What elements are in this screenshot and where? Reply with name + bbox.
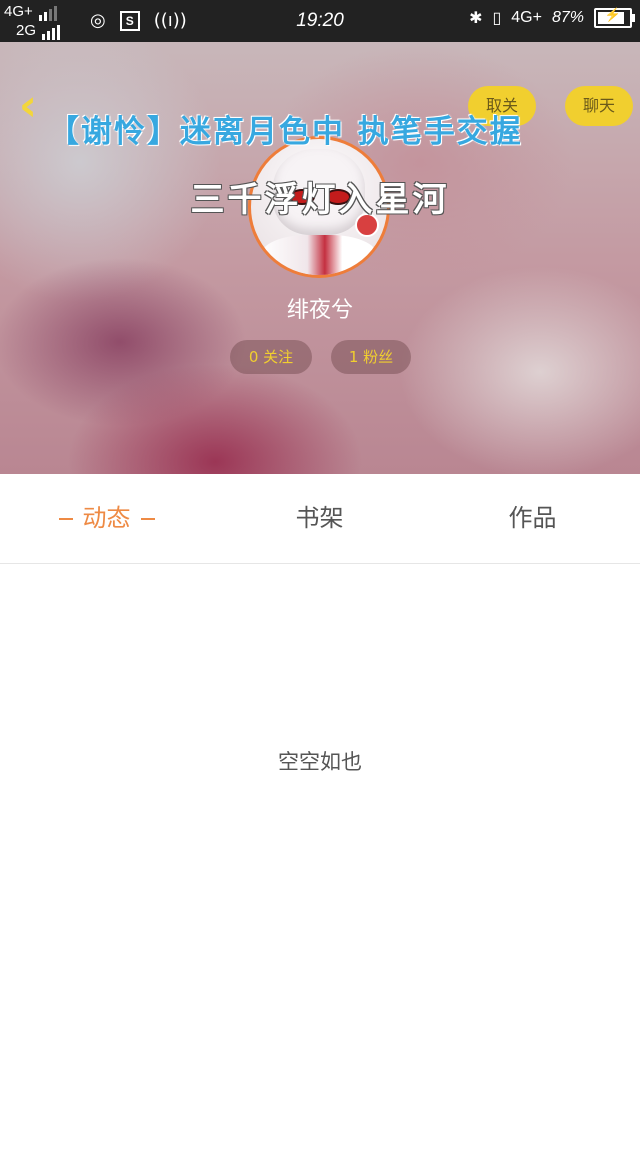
tab-indicator-right [140, 518, 155, 520]
signature-banner: 【谢怜】迷离月色中 执笔手交握 [48, 114, 523, 150]
bluetooth-icon: ✱ [469, 10, 483, 27]
tab-bookshelf[interactable]: 书架 [213, 474, 426, 563]
battery-icon: ⚡ [594, 7, 635, 28]
tab-label: 书架 [295, 504, 344, 532]
following-count-button[interactable]: 0 关注 [230, 340, 312, 374]
vibrate-icon: ▯ [492, 10, 502, 27]
network-type-right: 4G+ [511, 9, 542, 26]
back-button[interactable]: ‹ [8, 84, 48, 128]
tab-indicator-left [58, 518, 73, 520]
chevron-left-icon: ‹ [18, 80, 38, 131]
username: 绯夜兮 [286, 298, 353, 323]
charging-icon: ⚡ [604, 7, 622, 22]
status-bar: 4G+ 2G ◎ S ((ı)) 19:20 ✱ ▯ 4G+ 87% ⚡ [0, 0, 640, 42]
profile-header: ‹ 取关 聊天 【谢怜】迷离月色中 执笔手交握 三千浮灯入星河 绯夜兮 0 关注… [0, 42, 640, 474]
tab-works[interactable]: 作品 [426, 474, 639, 563]
tab-label: 动态 [82, 504, 131, 532]
battery-percent: 87% [551, 9, 584, 26]
signature-subtitle: 三千浮灯入星河 [190, 180, 450, 220]
fans-count-button[interactable]: 1 粉丝 [331, 340, 411, 374]
tab-dynamics[interactable]: 动态 [0, 474, 213, 563]
tab-label: 作品 [508, 504, 557, 532]
profile-tabs: 动态 书架 作品 [0, 474, 640, 564]
empty-state-text: 空空如也 [278, 750, 362, 774]
